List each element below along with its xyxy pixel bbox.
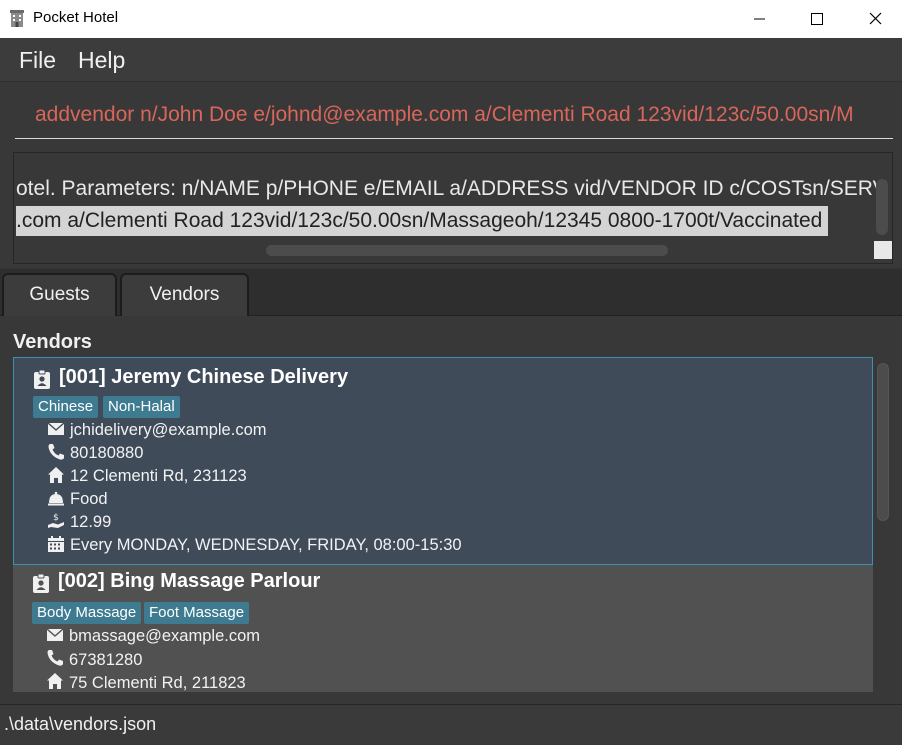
vendor-email: bmassage@example.com: [69, 627, 260, 645]
title-bar: Pocket Hotel: [0, 0, 902, 38]
vendor-cost: 12.99: [70, 513, 112, 531]
vendor-phone: 67381280: [69, 651, 143, 669]
vendor-list-scroll-thumb[interactable]: [877, 363, 889, 521]
panel-title: Vendors: [13, 331, 92, 353]
svg-text:$: $: [53, 513, 59, 523]
vendor-list-scrollbar[interactable]: [876, 363, 890, 693]
vendor-title: [001] Jeremy Chinese Delivery: [59, 366, 348, 389]
vendor-id: [001]: [59, 366, 106, 388]
vendor-operating-hours: Every MONDAY, WEDNESDAY, FRIDAY, 08:00-1…: [70, 536, 462, 554]
hotel-icon: [10, 10, 24, 27]
menu-bar: File Help: [0, 38, 902, 82]
tag-badge: Foot Massage: [144, 602, 250, 624]
maximize-button[interactable]: [788, 0, 846, 38]
vendor-name: Bing Massage Parlour: [110, 570, 321, 592]
result-horizontal-scrollbar[interactable]: [16, 243, 874, 259]
vendor-list: [001] Jeremy Chinese Delivery Chinese No…: [13, 357, 873, 692]
email-icon: [47, 422, 65, 435]
result-line-2-selected: .com a/Clementi Road 123vid/123c/50.00sn…: [16, 206, 829, 236]
menu-help[interactable]: Help: [78, 47, 125, 74]
result-line-1: otel. Parameters: n/NAME p/PHONE e/EMAIL…: [16, 177, 887, 200]
close-icon: [869, 12, 882, 25]
vendor-service: Food: [70, 490, 108, 508]
status-bar: .\data\vendors.json: [0, 704, 902, 745]
service-bell-icon: [48, 491, 64, 506]
tab-vendors[interactable]: Vendors: [120, 273, 249, 316]
phone-icon: [47, 650, 63, 666]
scroll-corner: [874, 241, 892, 259]
tab-guests[interactable]: Guests: [2, 273, 117, 316]
home-icon: [47, 673, 63, 689]
phone-icon: [48, 444, 64, 460]
window-title: Pocket Hotel: [33, 9, 119, 26]
vendor-card[interactable]: [001] Jeremy Chinese Delivery Chinese No…: [13, 357, 873, 565]
command-box: addvendor n/John Doe e/johnd@example.com…: [0, 83, 902, 147]
tag-badge: Non-Halal: [103, 396, 180, 418]
result-horizontal-scroll-thumb[interactable]: [266, 245, 668, 256]
id-badge-icon: [33, 574, 49, 593]
vendor-address: 75 Clementi Rd, 211823: [69, 674, 246, 692]
vendor-card[interactable]: [002] Bing Massage Parlour Body Massage …: [13, 565, 873, 692]
maximize-icon: [811, 13, 823, 25]
command-input[interactable]: addvendor n/John Doe e/johnd@example.com…: [15, 97, 893, 139]
cost-icon: $: [48, 513, 64, 528]
menu-file[interactable]: File: [19, 47, 56, 74]
tag-badge: Body Massage: [32, 602, 142, 624]
vendor-panel: Vendors [001] Jeremy Chinese Delivery Ch…: [0, 317, 902, 704]
id-badge-icon: [34, 370, 50, 389]
home-icon: [48, 467, 64, 483]
close-button[interactable]: [846, 0, 902, 38]
email-icon: [46, 628, 64, 641]
calendar-icon: [48, 536, 64, 552]
vendor-email: jchidelivery@example.com: [70, 421, 267, 439]
tag-badge: Chinese: [33, 396, 99, 418]
result-display[interactable]: otel. Parameters: n/NAME p/PHONE e/EMAIL…: [13, 152, 893, 264]
vendor-phone: 80180880: [70, 444, 144, 462]
data-file-path: .\data\vendors.json: [4, 714, 157, 734]
result-vertical-scrollbar[interactable]: [876, 179, 888, 235]
vendor-name: Jeremy Chinese Delivery: [111, 366, 349, 388]
tab-bar: Guests Vendors: [0, 268, 902, 316]
vendor-address: 12 Clementi Rd, 231123: [70, 467, 247, 485]
minimize-icon: [754, 18, 765, 20]
minimize-button[interactable]: [730, 0, 788, 38]
vendor-title: [002] Bing Massage Parlour: [58, 570, 320, 593]
vendor-id: [002]: [58, 570, 105, 592]
